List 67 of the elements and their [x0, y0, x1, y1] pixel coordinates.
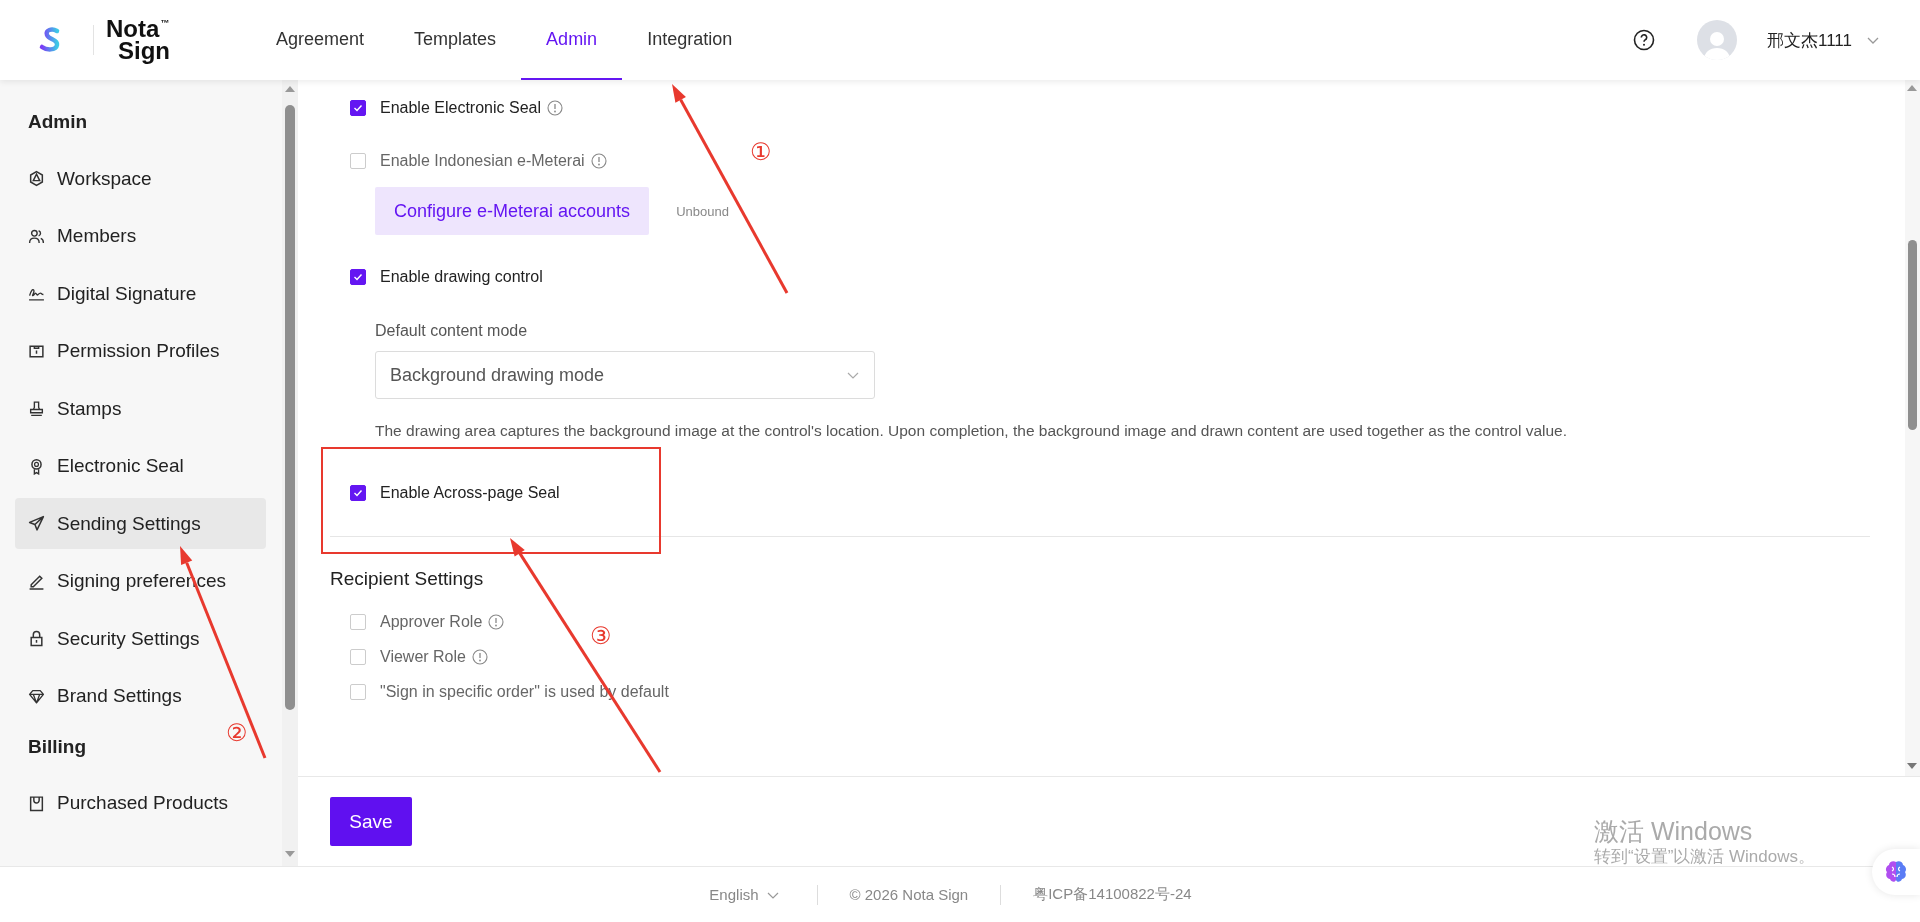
diamond-icon [28, 687, 45, 705]
checkbox-label: Enable drawing control [380, 268, 543, 286]
arrow-up-icon[interactable] [285, 85, 295, 93]
step-number: ③ [590, 623, 612, 649]
field-label: Default content mode [375, 321, 529, 341]
step-number: ① [750, 139, 772, 165]
assistant-button[interactable] [1872, 849, 1920, 895]
checkbox-label: Approver Role [380, 613, 483, 631]
copyright-text: © 2026 Nota Sign [849, 886, 969, 903]
sidebar-item[interactable]: Brand Settings [15, 670, 266, 722]
send-icon [28, 515, 45, 532]
nav-tab[interactable]: Admin [521, 0, 623, 80]
check-icon [353, 488, 363, 498]
sidebar-item[interactable]: Security Settings [15, 613, 266, 664]
checkbox[interactable] [350, 100, 366, 116]
checkbox-label: Viewer Role [380, 648, 466, 666]
checkbox-label: Enable Across-page Seal [380, 484, 560, 502]
award-icon [28, 457, 45, 475]
mode-dropdown[interactable]: Background drawing mode [375, 351, 875, 399]
scrollbar-thumb[interactable] [285, 105, 295, 710]
checkbox-label: Enable Indonesian e-Meterai [380, 152, 585, 170]
nav-tab[interactable]: Agreement [251, 0, 390, 80]
checkbox-label: Enable Electronic Seal [380, 99, 541, 117]
nav-tab[interactable]: Integration [622, 0, 758, 80]
sidebar-item[interactable]: Sending Settings [15, 498, 266, 549]
sidebar-item[interactable]: Stamps [15, 383, 266, 434]
user-name[interactable]: 邢文杰1111 [1766, 28, 1852, 52]
arrow-down-icon[interactable] [1907, 762, 1917, 770]
scrollbar-thumb[interactable] [1908, 240, 1917, 430]
icp-link[interactable]: 粤ICP备14100822号-24 [1033, 885, 1192, 904]
sidebar-item[interactable]: Members [15, 210, 266, 262]
help-icon[interactable] [1632, 29, 1655, 51]
sidebar-item[interactable]: Workspace [15, 153, 266, 204]
bag-icon [28, 794, 45, 812]
scrollbar[interactable] [1905, 80, 1920, 776]
section-heading: Recipient Settings [330, 567, 485, 591]
pen-icon [28, 572, 45, 590]
help-text: The drawing area captures the background image at the control's location. Upon completion, the background image and drawn content are used together as the control value. [375, 421, 1569, 441]
folder-icon [28, 342, 45, 360]
activation-text: 转到“设置”以激活 Windows。 [1594, 846, 1815, 868]
save-button[interactable]: Save [330, 797, 412, 846]
checkbox[interactable] [350, 269, 366, 285]
status-text: Unbound [676, 203, 729, 219]
sidebar-item[interactable]: Permission Profiles [15, 325, 266, 377]
check-icon [353, 272, 363, 282]
checkbox[interactable] [350, 485, 366, 501]
sidebar-item[interactable]: Digital Signature [15, 268, 266, 319]
stamp-icon [28, 400, 45, 417]
arrow-down-icon[interactable] [285, 850, 295, 858]
activation-title: 激活 Windows [1594, 816, 1754, 846]
brand-logo: Nota™ Sign [106, 18, 171, 62]
language-select[interactable]: English [703, 885, 785, 904]
sidebar-heading: Billing [27, 734, 88, 759]
lock-icon [28, 630, 45, 647]
configure-button[interactable]: Configure e-Meterai accounts [375, 187, 650, 235]
avatar[interactable] [1696, 20, 1737, 60]
nav-tab[interactable]: Templates [389, 0, 522, 80]
check-icon [353, 103, 363, 113]
arrow-up-icon[interactable] [1907, 84, 1917, 92]
brain-icon [1883, 859, 1909, 885]
hexagon-icon [28, 170, 45, 187]
scrollbar[interactable] [282, 80, 298, 866]
sidebar-item[interactable]: Electronic Seal [15, 440, 266, 492]
users-icon [28, 227, 45, 245]
sidebar-heading: Admin [27, 110, 89, 134]
step-number: ② [226, 720, 248, 746]
sidebar-item[interactable]: Purchased Products [15, 777, 266, 829]
